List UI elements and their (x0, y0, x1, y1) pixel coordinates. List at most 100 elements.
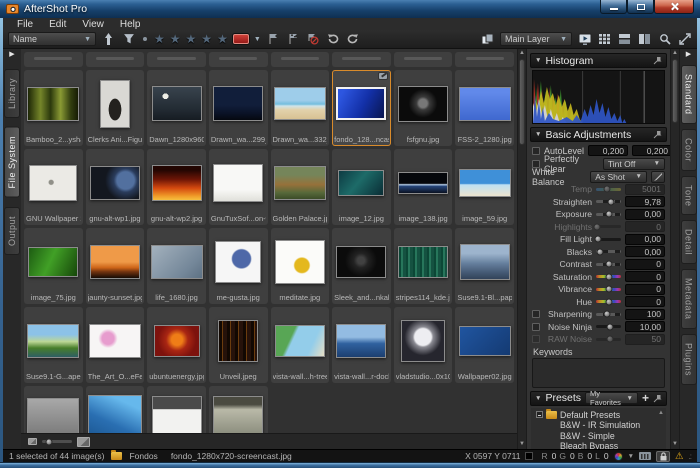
menu-file[interactable]: File (9, 19, 41, 30)
minimize-button[interactable] (600, 0, 627, 14)
checkbox-sharpening[interactable] (532, 310, 540, 318)
thumbnail-cell[interactable]: Dawn_1280x960.jpg (147, 70, 206, 146)
thumbnail-cell[interactable]: GNU Wallpaper 2.jpg (24, 149, 83, 225)
slider-noise-ninja[interactable] (596, 325, 621, 328)
no-rating-dot[interactable] (143, 37, 147, 41)
scrollbar-thumb[interactable] (672, 59, 678, 123)
thumbnail-cell[interactable]: The_Art_O...eFear.jpg (86, 307, 145, 383)
histogram-header[interactable]: ▼ Histogram (530, 53, 667, 68)
slider-handle[interactable] (606, 323, 613, 330)
tab-standard[interactable]: Standard (681, 65, 697, 124)
thumbnail-cell[interactable] (86, 386, 145, 433)
keywords-input[interactable] (532, 358, 665, 388)
slider-handle[interactable] (605, 211, 612, 218)
thumbnail-cell[interactable]: image_12.jpg (332, 149, 391, 225)
fullscreen-icon[interactable] (677, 32, 692, 47)
thumbnail-cell[interactable]: Golden Palace.jpg (271, 149, 330, 225)
slider-handle[interactable] (594, 236, 601, 243)
thumbnail-cell[interactable]: Drawn_wa...332_.jpg (271, 70, 330, 146)
slider-hue[interactable] (596, 300, 621, 303)
slider-handle[interactable] (605, 261, 612, 268)
pin-icon[interactable] (653, 56, 662, 65)
slider-value[interactable]: 10,00 (625, 321, 665, 332)
scrollbar-thumb[interactable] (519, 59, 525, 145)
thumbnail-cell-partial[interactable] (455, 52, 514, 67)
slideshow-icon[interactable] (577, 32, 592, 47)
checkbox-raw-noise[interactable] (532, 335, 540, 343)
eyedropper-icon[interactable] (651, 171, 665, 183)
filmstrip-view-icon[interactable] (617, 32, 632, 47)
thumbnail-cell-partial[interactable] (332, 52, 391, 67)
rotate-left-icon[interactable] (326, 32, 341, 47)
perfectly-clear-dropdown[interactable]: Tint Off▼ (603, 158, 665, 170)
slider-handle[interactable] (606, 336, 613, 343)
slider-exposure[interactable] (596, 213, 621, 216)
tab-file-system[interactable]: File System (4, 127, 20, 198)
thumbnail-cell-partial[interactable] (24, 52, 83, 67)
thumbnail-cell[interactable]: Bamboo_2...ysha.jpg (24, 70, 83, 146)
pin-icon[interactable] (653, 130, 662, 139)
thumbnail-cell[interactable] (147, 386, 206, 433)
thumbnail-cell[interactable] (209, 386, 268, 433)
thumbnail-cell[interactable]: image_75.jpg (24, 228, 83, 304)
collapse-left-panel-icon[interactable]: ▶ (9, 50, 14, 60)
slider-handle[interactable] (605, 298, 612, 305)
menu-view[interactable]: View (74, 19, 112, 30)
layer-dropdown[interactable]: Main Layer▼ (500, 32, 572, 46)
flag-icon[interactable] (266, 32, 281, 47)
tab-metadata[interactable]: Metadata (681, 269, 697, 329)
slider-fill-light[interactable] (596, 238, 621, 241)
tab-output[interactable]: Output (4, 207, 20, 255)
presets-collection-dropdown[interactable]: My Favorites▼ (585, 392, 638, 404)
slider-handle[interactable] (603, 311, 610, 318)
color-profile-icon[interactable] (614, 452, 623, 461)
thumbnail-cell-partial[interactable] (147, 52, 206, 67)
thumbnail-size-slider[interactable] (42, 440, 72, 443)
scroll-up-icon[interactable]: ▲ (658, 410, 664, 416)
star-rating-2[interactable] (170, 30, 181, 48)
maximize-button[interactable] (627, 0, 654, 14)
scroll-down-icon[interactable]: ▼ (671, 440, 679, 449)
thumbnail-cell[interactable]: meditate.jpg (271, 228, 330, 304)
thumbnail-cell[interactable]: stripes114_kde.jpg (394, 228, 453, 304)
star-rating-5[interactable] (217, 30, 228, 48)
slider-temp[interactable] (596, 188, 621, 191)
tab-color[interactable]: Color (681, 129, 697, 171)
slider-value[interactable]: 50 (625, 334, 665, 345)
thumbnail-cell[interactable]: fsfgnu.jpg (394, 70, 453, 146)
keyboard-icon[interactable] (639, 452, 651, 460)
thumbnail-cell-partial[interactable] (271, 52, 330, 67)
tab-tone[interactable]: Tone (681, 176, 697, 216)
tab-detail[interactable]: Detail (681, 220, 697, 264)
thumbnail-cell[interactable]: Suse9.1-Bl...papers.jpg (455, 228, 514, 304)
color-label-swatch[interactable] (233, 34, 249, 44)
pin-icon[interactable] (653, 394, 662, 403)
slider-sharpening[interactable] (596, 313, 621, 316)
star-rating-1[interactable] (154, 30, 165, 48)
scroll-up-icon[interactable]: ▲ (518, 49, 526, 58)
thumbnail-cell[interactable]: Drawn_wa...299_.jpg (209, 70, 268, 146)
presets-header[interactable]: ▼ Presets My Favorites▼ + (530, 391, 667, 406)
magnifier-icon[interactable] (657, 32, 672, 47)
slider-contrast[interactable] (596, 263, 621, 266)
sort-dropdown[interactable]: Name▼ (8, 32, 96, 46)
slider-value[interactable]: 0 (625, 259, 665, 270)
menu-help[interactable]: Help (112, 19, 149, 30)
star-rating-3[interactable] (186, 30, 197, 48)
collapse-right-panel-icon[interactable]: ▶ (686, 50, 691, 60)
filter-icon[interactable] (121, 32, 136, 47)
thumbnail-cell[interactable]: life_1680.jpg (147, 228, 206, 304)
thumbnail-cell[interactable]: fondo_128...ncast.jpg (332, 70, 391, 146)
thumbnail-cell-partial[interactable] (209, 52, 268, 67)
collapse-icon[interactable]: ▼ (535, 57, 541, 64)
resize-grip[interactable]: .: (689, 452, 691, 461)
thumbnail-cell[interactable]: me-gusta.jpg (209, 228, 268, 304)
thumbnail-cell[interactable]: Suse9.1-G...apers.jpg (24, 307, 83, 383)
preset-item-b-w-ir-simulation[interactable]: B&W - IR Simulation (536, 420, 666, 431)
scroll-down-icon[interactable]: ▼ (518, 440, 526, 449)
slider-handle[interactable] (603, 186, 610, 193)
thumbnail-cell[interactable]: Sleek_and...nkahn.jpg (332, 228, 391, 304)
grid-view-icon[interactable] (597, 32, 612, 47)
flag-rejected-icon[interactable] (306, 32, 321, 47)
chevron-down-icon[interactable]: ▼ (628, 453, 634, 460)
